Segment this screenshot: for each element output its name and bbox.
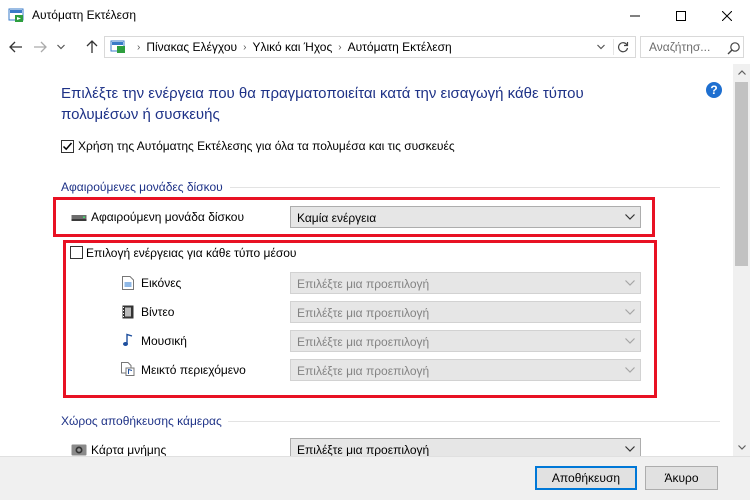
media-label-video: Βίντεο xyxy=(141,305,175,319)
minimize-button[interactable] xyxy=(612,0,658,31)
chevron-down-icon xyxy=(624,443,636,455)
mixed-content-select-value: Επιλέξτε μια προεπιλογή xyxy=(297,364,430,378)
scroll-down-arrow-icon[interactable] xyxy=(733,439,750,456)
mixed-content-icon xyxy=(120,361,136,377)
removable-drives-title: Αφαιρούμενες μονάδες δίσκου xyxy=(61,180,223,194)
removable-drive-select[interactable]: Καμία ενέργεια xyxy=(290,206,641,228)
memory-card-icon xyxy=(71,442,87,456)
scroll-up-arrow-icon[interactable] xyxy=(733,64,750,81)
music-select[interactable]: Επιλέξτε μια προεπιλογή xyxy=(290,330,641,352)
music-select-value: Επιλέξτε μια προεπιλογή xyxy=(297,335,430,349)
breadcrumb-autoplay[interactable]: Αυτόματη Εκτέλεση xyxy=(348,40,452,54)
back-arrow-icon[interactable] xyxy=(6,37,26,57)
breadcrumb-separator-icon[interactable]: › xyxy=(243,42,246,53)
pictures-select-value: Επιλέξτε μια προεπιλογή xyxy=(297,277,430,291)
media-label-pictures: Εικόνες xyxy=(141,276,182,290)
pictures-select[interactable]: Επιλέξτε μια προεπιλογή xyxy=(290,272,641,294)
close-button[interactable] xyxy=(704,0,750,31)
breadcrumb-hardware-sound[interactable]: Υλικό και Ήχος xyxy=(252,40,332,54)
per-media-label[interactable]: Επιλογή ενέργειας για κάθε τύπο μέσου xyxy=(86,246,296,260)
chevron-down-icon xyxy=(624,335,636,347)
memory-card-select[interactable]: Επιλέξτε μια προεπιλογή xyxy=(290,438,641,456)
refresh-icon[interactable] xyxy=(613,39,631,55)
camera-storage-title: Χώρος αποθήκευσης κάμερας xyxy=(61,414,222,428)
breadcrumb-separator-icon: › xyxy=(137,41,141,53)
per-media-checkbox[interactable] xyxy=(70,246,83,259)
address-bar[interactable]: › Πίνακας Ελέγχου › Υλικό και Ήχος › Αυτ… xyxy=(104,36,636,58)
chevron-down-icon xyxy=(624,306,636,318)
use-autoplay-checkbox[interactable] xyxy=(61,140,74,153)
page-title: Επιλέξτε την ενέργεια που θα πραγματοποι… xyxy=(61,85,584,123)
chevron-down-icon xyxy=(624,211,636,223)
media-label-mixed: Μεικτό περιεχόμενο xyxy=(141,363,246,377)
picture-file-icon xyxy=(120,275,136,291)
search-icon[interactable] xyxy=(727,41,741,55)
up-arrow-icon[interactable] xyxy=(82,37,102,57)
breadcrumb-separator-icon[interactable]: › xyxy=(338,42,341,53)
memory-card-select-value: Επιλέξτε μια προεπιλογή xyxy=(297,443,430,456)
cancel-button[interactable]: Άκυρο xyxy=(645,466,718,490)
checkmark-icon xyxy=(62,142,73,151)
mixed-content-select[interactable]: Επιλέξτε μια προεπιλογή xyxy=(290,359,641,381)
scrollbar-thumb[interactable] xyxy=(735,82,748,266)
forward-arrow-icon[interactable] xyxy=(30,37,50,57)
help-icon[interactable]: ? xyxy=(706,82,722,98)
breadcrumb: › Πίνακας Ελέγχου › Υλικό και Ήχος › Αυτ… xyxy=(131,40,452,54)
main-content: Επιλέξτε την ενέργεια που θα πραγματοποι… xyxy=(0,64,733,456)
video-file-icon xyxy=(120,304,136,320)
search-input[interactable]: Αναζήτησ... xyxy=(640,36,744,58)
use-autoplay-label[interactable]: Χρήση της Αυτόματης Εκτέλεσης για όλα τα… xyxy=(78,139,455,153)
music-note-icon xyxy=(120,332,136,348)
video-select-value: Επιλέξτε μια προεπιλογή xyxy=(297,306,430,320)
recent-locations-chevron-icon[interactable] xyxy=(54,37,68,57)
maximize-button[interactable] xyxy=(658,0,704,31)
window-title: Αυτόματη Εκτέλεση xyxy=(32,8,137,22)
group-divider xyxy=(230,187,720,188)
group-divider xyxy=(228,421,720,422)
save-button[interactable]: Αποθήκευση xyxy=(535,466,637,490)
control-panel-icon xyxy=(110,40,126,54)
video-select[interactable]: Επιλέξτε μια προεπιλογή xyxy=(290,301,641,323)
search-placeholder: Αναζήτησ... xyxy=(649,40,711,54)
vertical-scrollbar[interactable] xyxy=(733,64,750,456)
media-label-music: Μουσική xyxy=(141,334,187,348)
dialog-footer: Αποθήκευση Άκυρο xyxy=(0,456,750,500)
removable-drive-icon xyxy=(71,210,87,226)
navigation-bar: › Πίνακας Ελέγχου › Υλικό και Ήχος › Αυτ… xyxy=(0,31,750,64)
removable-drive-select-value: Καμία ενέργεια xyxy=(297,211,377,225)
address-history-chevron-icon[interactable] xyxy=(593,39,609,55)
removable-drive-label: Αφαιρούμενη μονάδα δίσκου xyxy=(91,210,245,224)
chevron-down-icon xyxy=(624,277,636,289)
autoplay-control-panel-icon xyxy=(8,7,24,23)
breadcrumb-control-panel[interactable]: Πίνακας Ελέγχου xyxy=(146,40,237,54)
title-bar: Αυτόματη Εκτέλεση xyxy=(0,0,750,31)
memory-card-label: Κάρτα μνήμης xyxy=(91,443,167,456)
chevron-down-icon xyxy=(624,364,636,376)
